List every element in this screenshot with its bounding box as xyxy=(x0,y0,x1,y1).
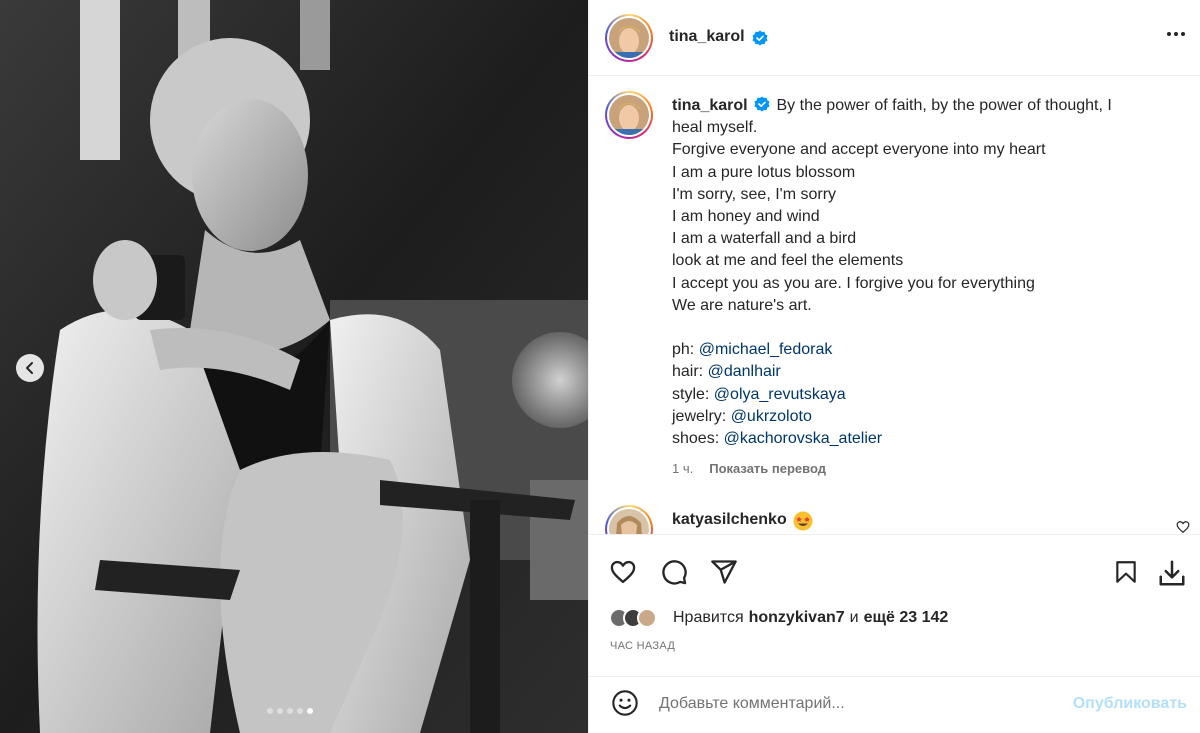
carousel-dot xyxy=(267,708,273,714)
mention-link[interactable]: @olya_revutskaya xyxy=(714,386,846,403)
liker-avatar xyxy=(637,608,657,628)
post-actions-bar xyxy=(589,534,1200,610)
caption-line: Forgive everyone and accept everyone int… xyxy=(672,141,1046,159)
caption-avatar[interactable] xyxy=(605,91,653,139)
publish-button[interactable]: Опубликовать xyxy=(1073,695,1187,713)
caption-line: I'm sorry, see, I'm sorry xyxy=(672,185,837,203)
credit-line: shoes: @kachorovska_atelier xyxy=(672,428,1172,450)
liker-username[interactable]: honzykivan7 xyxy=(749,609,845,627)
caption-line: look at me and feel the elements xyxy=(672,252,904,270)
comment-input[interactable] xyxy=(659,691,1039,717)
likes-prefix: Нравится xyxy=(673,609,744,626)
verified-badge-icon xyxy=(754,96,770,112)
carousel-dot xyxy=(277,708,283,714)
photo-image xyxy=(0,0,588,733)
comment-like-icon[interactable] xyxy=(1176,520,1190,534)
bookmark-icon[interactable] xyxy=(1113,558,1139,586)
carousel-dot xyxy=(297,708,303,714)
credit-label: hair: xyxy=(672,363,704,381)
comment-icon[interactable] xyxy=(660,558,688,586)
likes-summary: Нравится honzykivan7 и ещё 23 142 xyxy=(609,608,948,628)
caption-line: heal myself. xyxy=(672,119,758,137)
post-photo xyxy=(0,0,588,733)
show-translation-button[interactable]: Показать перевод xyxy=(709,461,826,476)
likes-count[interactable]: ещё 23 142 xyxy=(864,609,949,627)
caption-line: We are nature's art. xyxy=(672,296,812,314)
send-icon[interactable] xyxy=(710,558,738,586)
commenter-avatar[interactable] xyxy=(605,505,653,534)
author-avatar[interactable] xyxy=(605,14,653,62)
carousel-prev-button[interactable] xyxy=(16,354,44,382)
credit-line: hair: @danlhair xyxy=(672,361,1172,383)
mention-link[interactable]: @danlhair xyxy=(708,363,781,380)
caption-line: I am a pure lotus blossom xyxy=(672,163,856,181)
mention-link[interactable]: @michael_fedorak xyxy=(699,341,833,358)
more-options-button[interactable] xyxy=(1165,26,1187,42)
verified-badge-icon xyxy=(752,30,768,46)
commenter-username[interactable]: katyasilchenko xyxy=(672,511,787,529)
credit-line: ph: @michael_fedorak xyxy=(672,339,1172,361)
author-username[interactable]: tina_karol xyxy=(669,28,745,46)
comments-section: tina_karol By the power of faith, by the… xyxy=(589,77,1200,534)
heart-icon[interactable] xyxy=(609,558,637,586)
caption-line: By the power of faith, by the power of t… xyxy=(776,97,1112,114)
smile-icon[interactable] xyxy=(611,689,639,717)
credit-label: jewelry: xyxy=(672,407,727,425)
credit-label: style: xyxy=(672,385,710,403)
credit-line: jewelry: @ukrzoloto xyxy=(672,406,1172,428)
mention-link[interactable]: @kachorovska_atelier xyxy=(724,430,883,447)
add-comment-bar: Опубликовать xyxy=(589,676,1200,733)
caption-line: I accept you as you are. I forgive you f… xyxy=(672,274,1035,292)
post-side-panel: tina_karol tina_karol By the power of fa… xyxy=(588,0,1200,733)
credit-label: ph: xyxy=(672,341,695,359)
download-icon[interactable] xyxy=(1157,558,1187,588)
carousel-dot xyxy=(287,708,293,714)
chevron-left-icon xyxy=(26,362,33,374)
credit-line: style: @olya_revutskaya xyxy=(672,384,1172,406)
carousel-dot-active xyxy=(307,708,313,714)
liker-avatars[interactable] xyxy=(609,608,657,628)
credit-label: shoes: xyxy=(672,430,720,448)
caption-username[interactable]: tina_karol xyxy=(672,97,748,114)
caption-age[interactable]: 1 ч. xyxy=(672,461,693,476)
caption-line: I am honey and wind xyxy=(672,208,820,226)
likes-connector: и xyxy=(849,609,859,626)
carousel-indicator xyxy=(267,708,313,714)
caption-avatar-image xyxy=(609,95,649,135)
caption-line: I am a waterfall and a bird xyxy=(672,230,857,248)
post-timestamp[interactable]: ЧАС НАЗАД xyxy=(610,640,675,652)
caption-meta: 1 ч. Показать перевод xyxy=(672,461,826,476)
star-struck-emoji-icon xyxy=(793,511,813,531)
author-avatar-image xyxy=(609,18,649,58)
more-icon xyxy=(1167,32,1171,36)
post-caption: tina_karol By the power of faith, by the… xyxy=(672,95,1172,450)
post-header: tina_karol xyxy=(589,0,1200,76)
mention-link[interactable]: @ukrzoloto xyxy=(731,408,812,425)
